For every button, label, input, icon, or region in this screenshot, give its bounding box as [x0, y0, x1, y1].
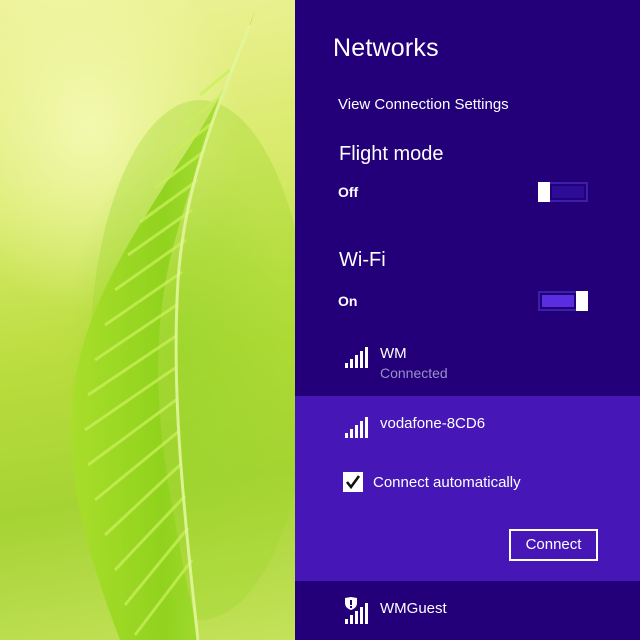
network-item-vodafone-8cd6[interactable]: vodafone-8CD6 [295, 410, 640, 442]
network-name: WM [380, 345, 407, 362]
toggle-track [542, 295, 574, 307]
network-name: WMGuest [380, 600, 447, 617]
desktop-wallpaper [0, 0, 295, 640]
panel-title: Networks [333, 34, 439, 62]
wifi-unsecured-icon [345, 597, 368, 624]
flight-mode-state-label: Off [338, 184, 359, 200]
network-item-wm[interactable]: WM Connected [295, 340, 640, 390]
wifi-state-label: On [338, 293, 358, 309]
checkmark-icon [345, 475, 361, 490]
connect-automatically-checkbox[interactable] [343, 472, 363, 492]
toggle-track [552, 186, 584, 198]
network-status: Connected [380, 365, 448, 381]
wifi-signal-icon [345, 347, 368, 368]
connect-button[interactable]: Connect [509, 529, 598, 561]
flight-mode-toggle[interactable] [538, 182, 588, 202]
wifi-signal-icon [345, 417, 368, 438]
connect-automatically-label[interactable]: Connect automatically [373, 474, 521, 491]
view-connection-settings-link[interactable]: View Connection Settings [338, 96, 509, 113]
toggle-thumb [576, 291, 588, 311]
flight-mode-heading: Flight mode [339, 143, 444, 165]
network-name: vodafone-8CD6 [380, 415, 486, 432]
networks-panel: Networks View Connection Settings Flight… [295, 0, 640, 640]
wifi-toggle[interactable] [538, 291, 588, 311]
wifi-heading: Wi-Fi [339, 249, 386, 271]
screen: Networks View Connection Settings Flight… [0, 0, 640, 640]
toggle-thumb [538, 182, 550, 202]
network-item-wmguest[interactable]: WMGuest [295, 594, 640, 628]
fern-leaf-image [71, 10, 295, 640]
